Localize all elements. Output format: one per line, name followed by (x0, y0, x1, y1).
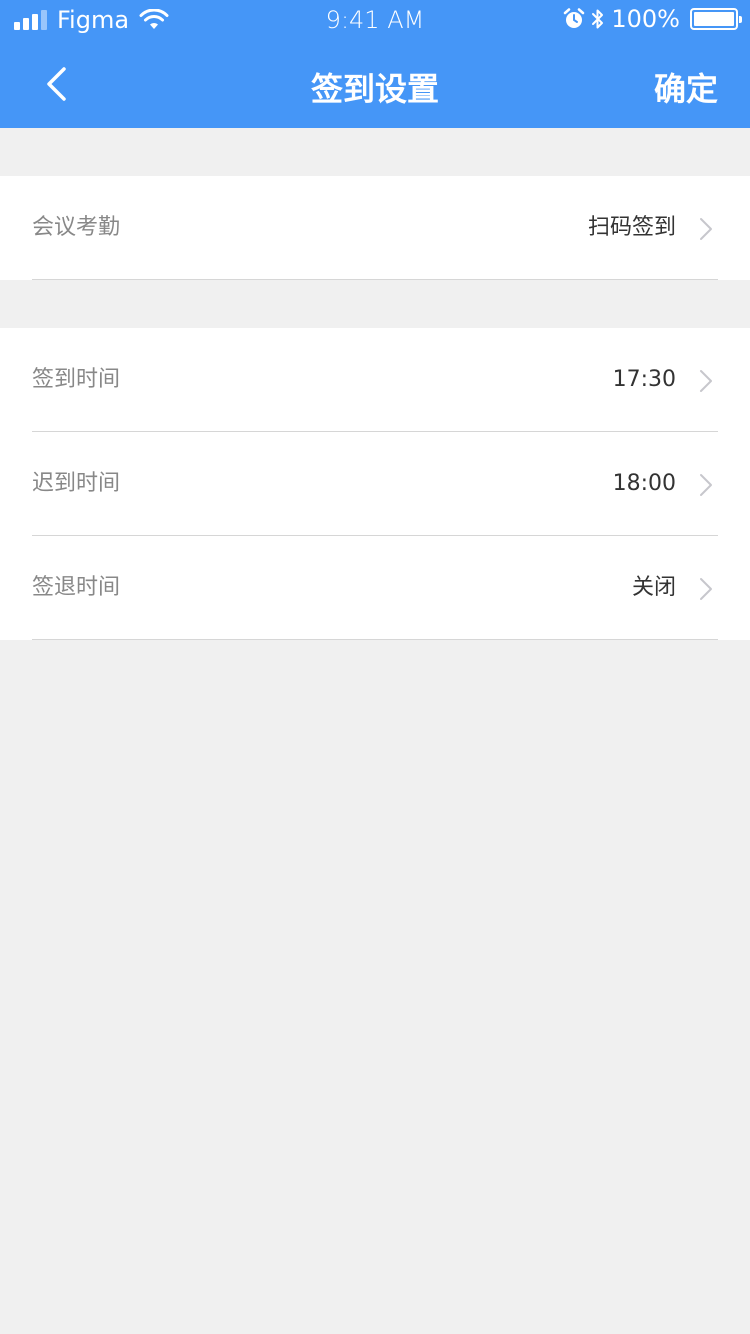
checkout-time-row[interactable]: 签退时间 关闭 (32, 536, 718, 640)
attendance-group: 会议考勤 扫码签到 (0, 176, 750, 280)
nav-bar: Figma 9:41 AM 100% 签到设置 确定 (0, 0, 750, 128)
row-label: 签到时间 (32, 367, 121, 392)
row-value: 18:00 (612, 471, 676, 496)
battery-percent: 100% (611, 5, 680, 33)
row-label: 签退时间 (32, 575, 121, 600)
row-value: 17:30 (612, 367, 676, 392)
status-bar: Figma 9:41 AM 100% (0, 0, 750, 40)
row-label: 会议考勤 (32, 215, 121, 240)
row-label: 迟到时间 (32, 471, 121, 496)
meeting-attendance-row[interactable]: 会议考勤 扫码签到 (32, 176, 718, 280)
chevron-right-icon (700, 370, 712, 392)
row-value: 关闭 (631, 575, 676, 600)
chevron-right-icon (700, 474, 712, 496)
checkin-time-row[interactable]: 签到时间 17:30 (32, 328, 718, 432)
chevron-right-icon (700, 218, 712, 240)
status-right: 100% (563, 4, 742, 34)
battery-icon (690, 8, 742, 30)
page-title: 签到设置 (310, 70, 439, 108)
alarm-icon (564, 8, 585, 28)
time-settings-group: 签到时间 17:30 迟到时间 18:00 签退时间 关闭 (0, 328, 750, 640)
row-value: 扫码签到 (587, 215, 676, 240)
late-time-row[interactable]: 迟到时间 18:00 (32, 432, 718, 536)
bluetooth-icon (592, 9, 604, 29)
chevron-right-icon (700, 578, 712, 600)
confirm-button[interactable]: 确定 (654, 64, 718, 110)
